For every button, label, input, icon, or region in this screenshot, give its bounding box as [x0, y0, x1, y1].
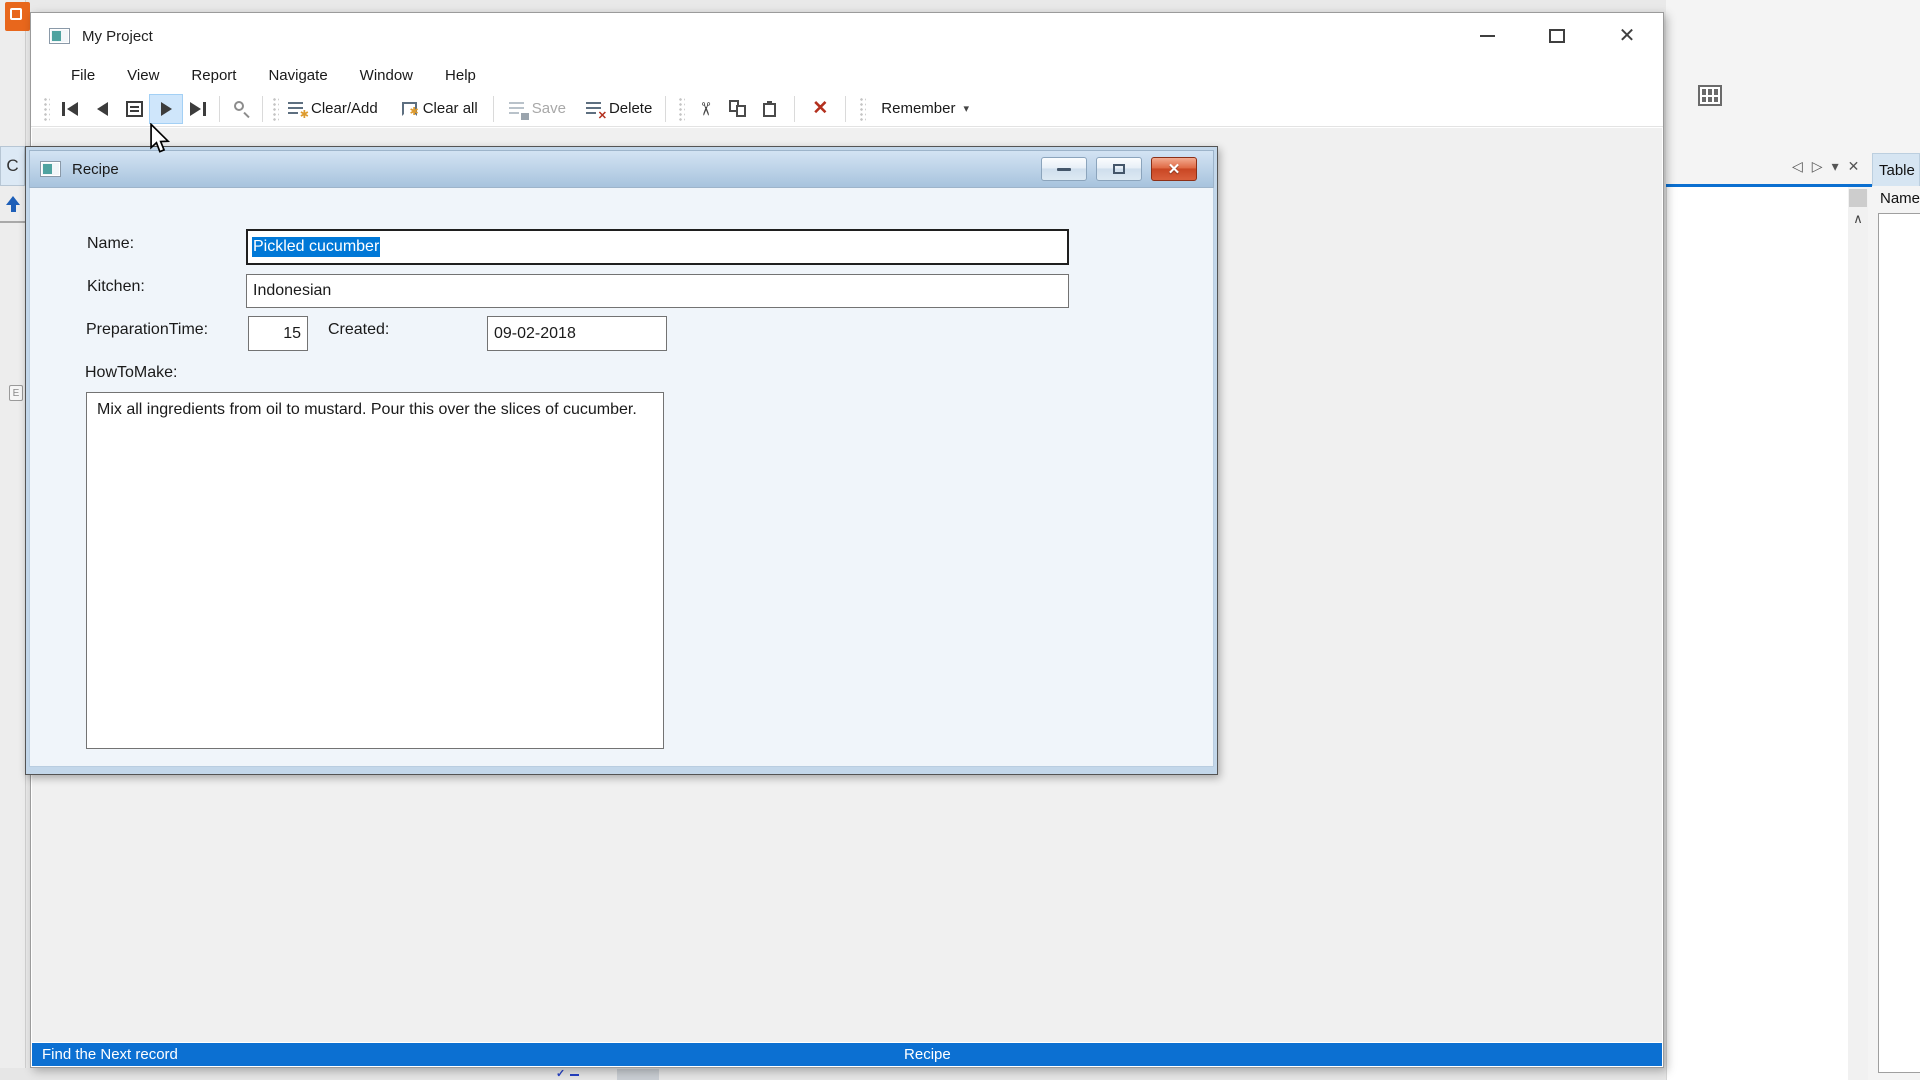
delete-button[interactable]: ✕ Delete: [581, 95, 657, 123]
background-app-icon-orange: [5, 2, 30, 31]
paste-button[interactable]: [753, 95, 785, 123]
recipe-form: Name: Pickled cucumber Kitchen: Indonesi…: [29, 188, 1214, 767]
nav-left-icon[interactable]: ◁: [1792, 158, 1803, 175]
menu-file[interactable]: File: [71, 67, 95, 84]
status-message: Find the Next record: [42, 1046, 178, 1063]
minimize-icon: [1057, 168, 1071, 171]
clear-add-icon: ✱: [288, 101, 305, 117]
name-label: Name:: [87, 235, 134, 253]
how-to-make-label: HowToMake:: [85, 364, 177, 382]
toolbar: ✱ Clear/Add ✱ Clear all Save ✕ Delete ✂ …: [31, 91, 1663, 127]
maximize-button[interactable]: [1535, 20, 1579, 52]
next-record-button[interactable]: [150, 95, 182, 123]
copy-icon: [729, 100, 746, 117]
app-window-icon: [49, 28, 70, 44]
recipe-minimize-button[interactable]: [1041, 157, 1087, 181]
menu-view[interactable]: View: [127, 67, 159, 84]
minimize-button[interactable]: [1465, 20, 1509, 52]
close-icon: ✕: [1168, 160, 1181, 178]
cut-icon: ✂: [696, 101, 714, 116]
close-button[interactable]: ✕: [1605, 20, 1649, 52]
menu-navigate[interactable]: Navigate: [268, 67, 327, 84]
search-icon: [233, 100, 250, 117]
nav-right-icon[interactable]: ▷: [1812, 158, 1823, 175]
panel-scrollbar[interactable]: ∧: [1848, 189, 1868, 1080]
status-panel-name: Recipe: [904, 1046, 951, 1063]
menu-window[interactable]: Window: [360, 67, 413, 84]
toolbar-grip[interactable]: [272, 97, 279, 121]
recipe-restore-button[interactable]: [1096, 157, 1142, 181]
menu-report[interactable]: Report: [191, 67, 236, 84]
remember-dropdown-button[interactable]: Remember▾: [876, 95, 974, 123]
first-record-button[interactable]: [54, 95, 86, 123]
paste-icon: [763, 103, 776, 117]
recipe-close-button[interactable]: ✕: [1151, 157, 1197, 181]
recipe-titlebar[interactable]: Recipe ✕: [29, 150, 1214, 188]
form-icon: [126, 101, 143, 117]
how-to-make-textarea[interactable]: Mix all ingredients from oil to mustard.…: [86, 392, 664, 749]
toolbar-grip[interactable]: [678, 97, 685, 121]
form-view-button[interactable]: [118, 95, 150, 123]
cut-button[interactable]: ✂: [689, 95, 721, 123]
cancel-button[interactable]: ✕: [804, 95, 836, 123]
background-gray-block: [617, 1069, 659, 1080]
previous-record-button[interactable]: [86, 95, 118, 123]
panel-grid-box: [1878, 213, 1920, 1073]
save-icon: [509, 101, 526, 117]
window-title: My Project: [82, 28, 153, 45]
kitchen-label: Kitchen:: [87, 278, 145, 296]
close-panel-icon[interactable]: ✕: [1848, 158, 1860, 175]
recipe-window-title: Recipe: [72, 161, 119, 178]
name-input[interactable]: Pickled cucumber: [246, 229, 1069, 265]
scroll-up-icon[interactable]: ∧: [1848, 211, 1868, 227]
recipe-window: Recipe ✕ Name: Pickled cucumber Kitchen:…: [25, 146, 1218, 775]
background-right-panel: ◁ ▷ ▾ ✕ Table ∧ Name: [1666, 0, 1920, 1080]
preparation-time-input[interactable]: 15: [248, 316, 308, 351]
background-bottom-strip: [0, 1068, 1920, 1080]
tab-table[interactable]: Table: [1872, 153, 1920, 186]
statusbar: Find the Next record Recipe: [32, 1043, 1662, 1066]
panel-content-area: [1666, 187, 1848, 1080]
toolbar-grip[interactable]: [859, 97, 866, 121]
restore-icon: [1113, 164, 1125, 174]
pin-up-arrow-icon: [6, 196, 20, 216]
find-button[interactable]: [225, 95, 257, 123]
delete-icon: ✕: [586, 101, 603, 117]
last-record-button[interactable]: [182, 95, 214, 123]
titlebar: My Project ✕: [31, 13, 1663, 59]
recipe-window-icon: [40, 161, 61, 177]
selected-text: Pickled cucumber: [252, 237, 380, 257]
copy-button[interactable]: [721, 95, 753, 123]
created-label: Created:: [328, 321, 389, 339]
maximize-icon: [1549, 29, 1565, 43]
clear-all-button[interactable]: ✱ Clear all: [397, 95, 483, 123]
panel-toolbar: ◁ ▷ ▾ ✕: [1792, 158, 1859, 175]
created-input[interactable]: 09-02-2018: [487, 316, 667, 351]
dropdown-icon[interactable]: ▾: [1832, 158, 1839, 175]
clear-add-button[interactable]: ✱ Clear/Add: [283, 95, 383, 123]
column-header-name: Name: [1880, 190, 1920, 207]
close-icon: ✕: [1619, 26, 1636, 46]
scrollbar-thumb[interactable]: [1849, 189, 1867, 207]
minimize-icon: [1480, 35, 1495, 37]
menu-help[interactable]: Help: [445, 67, 476, 84]
clear-all-icon: ✱: [402, 102, 417, 116]
save-button[interactable]: Save: [504, 95, 571, 123]
chevron-down-icon: ▾: [963, 102, 969, 115]
background-blue-bar: [570, 1074, 579, 1076]
background-left-tab: C: [0, 146, 25, 186]
left-panel-divider: [0, 221, 26, 223]
toolbar-grip[interactable]: [43, 97, 50, 121]
menubar: File View Report Navigate Window Help: [31, 59, 1663, 91]
preparation-time-label: PreparationTime:: [86, 321, 208, 339]
table-grid-icon: [1698, 85, 1722, 106]
background-check-glyph: ✓: [556, 1068, 565, 1080]
red-x-icon: ✕: [812, 99, 828, 118]
background-left-glyph: E: [9, 385, 23, 401]
kitchen-input[interactable]: Indonesian: [246, 274, 1069, 308]
